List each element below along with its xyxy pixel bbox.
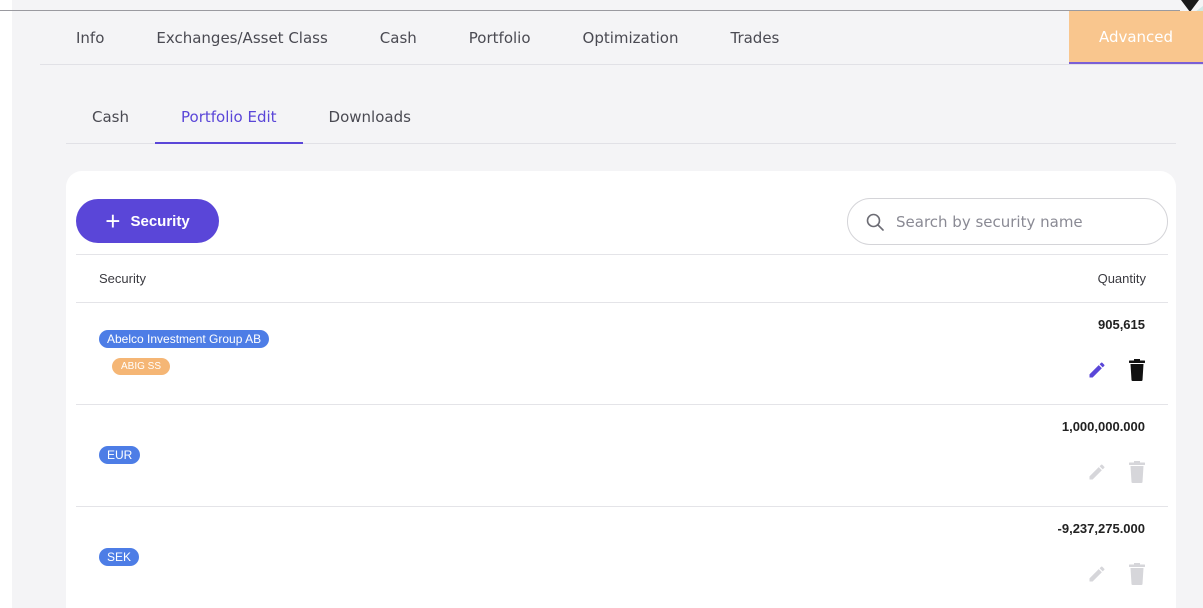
top-navigation: Info Exchanges/Asset Class Cash Portfoli…: [40, 11, 1203, 65]
add-security-label: Security: [130, 212, 190, 230]
column-header-quantity: Quantity: [1097, 271, 1146, 286]
subtab-cash[interactable]: Cash: [66, 94, 155, 144]
plus-icon: +: [105, 206, 121, 236]
table-row: SEK -9,237,275.000: [76, 507, 1168, 608]
row-actions: [1087, 461, 1145, 483]
security-name-chip: EUR: [99, 446, 141, 464]
security-name-chip: Abelco Investment Group AB: [99, 330, 270, 348]
table-row: Abelco Investment Group AB ABIG SS 905,6…: [76, 303, 1168, 405]
trash-icon[interactable]: [1129, 359, 1145, 381]
tab-info[interactable]: Info: [76, 29, 104, 47]
subtab-downloads[interactable]: Downloads: [303, 94, 437, 144]
search-box[interactable]: [847, 198, 1168, 245]
tab-portfolio[interactable]: Portfolio: [469, 29, 531, 47]
table-row: EUR 1,000,000.000: [76, 405, 1168, 507]
tab-exchanges-asset-class[interactable]: Exchanges/Asset Class: [156, 29, 327, 47]
trash-icon: [1129, 461, 1145, 483]
trash-icon: [1129, 563, 1145, 585]
tab-trades[interactable]: Trades: [730, 29, 779, 47]
quantity-value: 905,615: [1098, 317, 1145, 332]
tab-advanced[interactable]: Advanced: [1069, 11, 1203, 64]
table-header: Security Quantity: [76, 254, 1168, 303]
tab-cash[interactable]: Cash: [380, 29, 417, 47]
row-actions: [1087, 563, 1145, 585]
subtab-portfolio-edit[interactable]: Portfolio Edit: [155, 94, 303, 144]
pencil-icon[interactable]: [1087, 360, 1107, 380]
security-name-chip: SEK: [99, 548, 140, 566]
sub-navigation: Cash Portfolio Edit Downloads: [66, 94, 1176, 144]
portfolio-edit-card: + Security Security Quantity Abelco Inve…: [66, 171, 1176, 608]
search-icon: [866, 213, 884, 231]
quantity-value: -9,237,275.000: [1057, 521, 1145, 536]
pencil-icon: [1089, 464, 1105, 480]
row-actions: [1087, 359, 1145, 381]
search-input[interactable]: [896, 212, 1136, 231]
left-rail: [0, 0, 12, 608]
column-header-security: Security: [99, 271, 146, 286]
ticker-chip: ABIG SS: [112, 358, 171, 375]
pencil-icon: [1089, 566, 1105, 582]
quantity-value: 1,000,000.000: [1061, 419, 1145, 434]
tab-optimization[interactable]: Optimization: [583, 29, 679, 47]
add-security-button[interactable]: + Security: [76, 199, 219, 243]
